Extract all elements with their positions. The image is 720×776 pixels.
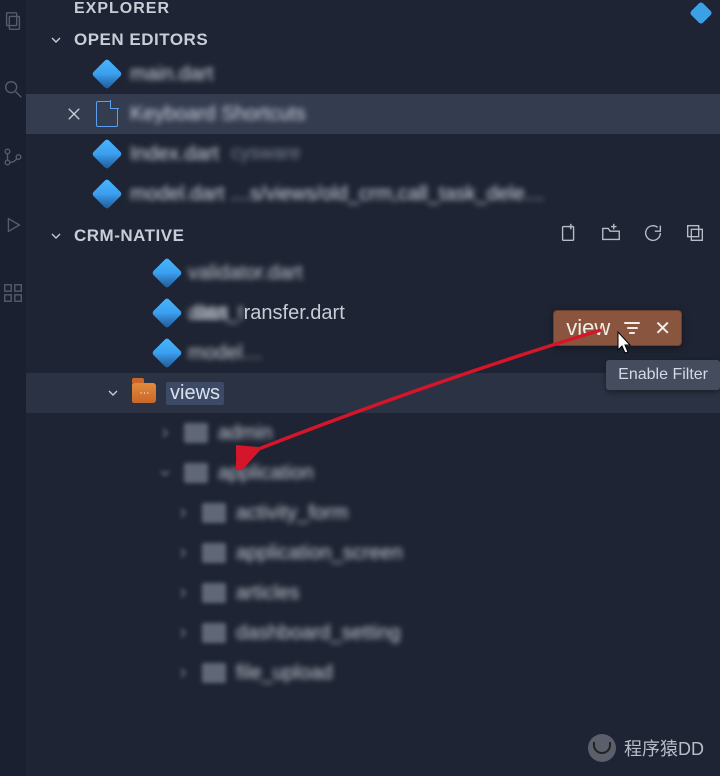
wechat-icon bbox=[588, 734, 616, 762]
dart-icon bbox=[91, 138, 122, 169]
filter-chip[interactable]: view ✕ bbox=[553, 310, 682, 346]
tree-folder[interactable]: admin bbox=[26, 413, 720, 453]
chevron-right-icon bbox=[174, 665, 192, 681]
files-icon[interactable] bbox=[0, 8, 26, 34]
new-folder-icon[interactable] bbox=[600, 222, 622, 249]
project-actions bbox=[558, 222, 706, 249]
dart-icon bbox=[151, 297, 182, 328]
chevron-right-icon bbox=[174, 585, 192, 601]
new-file-icon[interactable] bbox=[558, 222, 580, 249]
close-icon[interactable] bbox=[62, 105, 86, 123]
activity-bar bbox=[0, 0, 26, 776]
folder-icon bbox=[184, 463, 208, 483]
explorer-sidebar: EXPLORER OPEN EDITORS main.dart Keyboard… bbox=[26, 0, 720, 776]
project-header[interactable]: CRM-NATIVE bbox=[26, 218, 720, 253]
folder-icon bbox=[202, 503, 226, 523]
tree-folder[interactable]: file_upload bbox=[26, 653, 720, 693]
chevron-down-icon bbox=[48, 32, 64, 48]
chevron-down-icon bbox=[156, 465, 174, 481]
corner-icon bbox=[690, 2, 712, 24]
dart-icon bbox=[151, 257, 182, 288]
open-editors-header[interactable]: OPEN EDITORS bbox=[26, 26, 720, 54]
dart-icon bbox=[91, 58, 122, 89]
tree-folder[interactable]: application_screen bbox=[26, 533, 720, 573]
chevron-right-icon bbox=[174, 545, 192, 561]
sidebar-title: EXPLORER bbox=[74, 0, 170, 18]
project-label: CRM-NATIVE bbox=[74, 226, 184, 246]
tree-folder[interactable]: articles bbox=[26, 573, 720, 613]
editor-item[interactable]: Keyboard Shortcuts bbox=[26, 94, 720, 134]
editor-item[interactable]: main.dart bbox=[26, 54, 720, 94]
tree-folder[interactable]: activity_form bbox=[26, 493, 720, 533]
file-icon bbox=[96, 101, 118, 127]
source-control-icon[interactable] bbox=[0, 144, 26, 170]
chevron-right-icon bbox=[174, 505, 192, 521]
dart-icon bbox=[151, 337, 182, 368]
folder-icon bbox=[202, 583, 226, 603]
tree-folder[interactable]: application bbox=[26, 453, 720, 493]
filter-icon[interactable] bbox=[624, 322, 640, 334]
chevron-right-icon bbox=[174, 625, 192, 641]
editor-item[interactable]: Index.dart cysware bbox=[26, 134, 720, 174]
folder-icon bbox=[202, 623, 226, 643]
tree-folder[interactable]: dashboard_setting bbox=[26, 613, 720, 653]
chevron-down-icon bbox=[48, 228, 64, 244]
close-icon[interactable]: ✕ bbox=[654, 316, 671, 341]
folder-icon bbox=[202, 543, 226, 563]
folder-icon bbox=[202, 663, 226, 683]
folder-icon bbox=[184, 423, 208, 443]
collapse-icon[interactable] bbox=[684, 222, 706, 249]
chevron-down-icon bbox=[104, 385, 122, 401]
chevron-right-icon bbox=[156, 425, 174, 441]
folder-open-icon bbox=[132, 383, 156, 403]
open-editors-label: OPEN EDITORS bbox=[74, 30, 208, 50]
watermark: 程序猿DD bbox=[588, 734, 704, 762]
filter-text: view bbox=[566, 315, 610, 341]
extensions-icon[interactable] bbox=[0, 280, 26, 306]
tree-file[interactable]: validator.dart bbox=[26, 253, 720, 293]
debug-icon[interactable] bbox=[0, 212, 26, 238]
dart-icon bbox=[91, 178, 122, 209]
editor-item[interactable]: model.dart …s/views/old_crm,call_task_de… bbox=[26, 174, 720, 214]
filter-tooltip: Enable Filter bbox=[606, 360, 720, 390]
open-editors-list: main.dart Keyboard Shortcuts Index.dart … bbox=[26, 54, 720, 214]
refresh-icon[interactable] bbox=[642, 222, 664, 249]
search-icon[interactable] bbox=[0, 76, 26, 102]
